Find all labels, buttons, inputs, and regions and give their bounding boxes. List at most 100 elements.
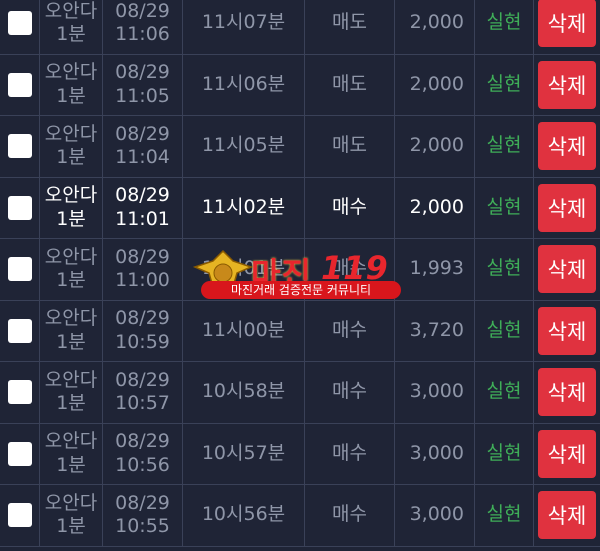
product-name: 오안다	[44, 368, 98, 391]
row-checkbox[interactable]	[7, 257, 32, 282]
product-name: 오안다	[44, 245, 98, 268]
product-interval: 1분	[56, 207, 86, 230]
status-cell: 실현	[475, 300, 534, 361]
row-checkbox[interactable]	[7, 503, 32, 528]
time-cell: 08/29 10:56	[103, 423, 183, 484]
table-row: 오안다 1분 08/29 11:04 11시05분 매도 2,000 실현 삭제	[0, 116, 600, 178]
row-checkbox[interactable]	[7, 318, 32, 343]
product-interval: 1분	[56, 515, 86, 538]
amount-cell: 3,720	[395, 300, 475, 361]
checkbox-cell	[0, 0, 40, 54]
trade-history-table: 오안다 1분 08/29 11:06 11시07분 매도 2,000 실현 삭제…	[0, 0, 600, 547]
checkbox-cell	[0, 116, 40, 177]
checkbox-cell	[0, 239, 40, 300]
status-cell: 실현	[475, 177, 534, 238]
trade-date: 08/29	[115, 368, 170, 391]
round-cell: 11시06분	[183, 54, 305, 115]
status-cell: 실현	[475, 54, 534, 115]
status-cell: 실현	[475, 485, 534, 546]
status-cell: 실현	[475, 362, 534, 423]
amount-cell: 1,993	[395, 239, 475, 300]
row-checkbox[interactable]	[7, 11, 32, 36]
trade-time: 11:00	[115, 269, 170, 292]
time-cell: 08/29 10:57	[103, 362, 183, 423]
round-cell: 10시58분	[183, 362, 305, 423]
time-cell: 08/29 11:00	[103, 239, 183, 300]
delete-button[interactable]: 삭제	[538, 245, 596, 294]
time-cell: 08/29 11:06	[103, 0, 183, 54]
product-cell: 오안다 1분	[40, 423, 103, 484]
row-checkbox[interactable]	[7, 195, 32, 220]
round-cell: 10시56분	[183, 485, 305, 546]
product-name: 오안다	[44, 122, 98, 145]
round-cell: 11시00분	[183, 300, 305, 361]
delete-button[interactable]: 삭제	[538, 0, 596, 48]
checkbox-cell	[0, 54, 40, 115]
checkbox-cell	[0, 177, 40, 238]
delete-button[interactable]: 삭제	[538, 122, 596, 171]
delete-button[interactable]: 삭제	[538, 491, 596, 540]
product-cell: 오안다 1분	[40, 116, 103, 177]
product-interval: 1분	[56, 269, 86, 292]
trade-time: 10:57	[115, 392, 170, 415]
table-row: 오안다 1분 08/29 10:57 10시58분 매수 3,000 실현 삭제	[0, 362, 600, 424]
product-cell: 오안다 1분	[40, 0, 103, 54]
status-cell: 실현	[475, 423, 534, 484]
trade-time: 10:59	[115, 330, 170, 353]
time-cell: 08/29 11:04	[103, 116, 183, 177]
round-cell: 11시02분	[183, 177, 305, 238]
trade-time: 10:55	[115, 515, 170, 538]
table-row: 오안다 1분 08/29 10:59 11시00분 매수 3,720 실현 삭제	[0, 300, 600, 362]
time-cell: 08/29 10:55	[103, 485, 183, 546]
side-cell: 매수	[305, 362, 395, 423]
trade-date: 08/29	[115, 307, 170, 329]
table-row: 오안다 1분 08/29 10:55 10시56분 매수 3,000 실현 삭제	[0, 485, 600, 547]
amount-cell: 3,000	[395, 362, 475, 423]
trade-time: 11:01	[115, 207, 170, 230]
trade-date: 08/29	[115, 184, 170, 206]
amount-cell: 2,000	[395, 54, 475, 115]
delete-button[interactable]: 삭제	[538, 368, 596, 417]
product-name: 오안다	[44, 307, 98, 329]
status-cell: 실현	[475, 116, 534, 177]
delete-button[interactable]: 삭제	[538, 183, 596, 232]
trade-date: 08/29	[115, 430, 170, 452]
action-cell: 삭제	[534, 239, 600, 300]
row-checkbox[interactable]	[7, 134, 32, 159]
trade-time: 11:04	[115, 146, 170, 169]
side-cell: 매수	[305, 485, 395, 546]
action-cell: 삭제	[534, 0, 600, 54]
row-checkbox[interactable]	[7, 441, 32, 466]
checkbox-cell	[0, 423, 40, 484]
side-cell: 매수	[305, 423, 395, 484]
product-name: 오안다	[44, 491, 98, 514]
delete-button[interactable]: 삭제	[538, 429, 596, 478]
checkbox-cell	[0, 300, 40, 361]
status-cell: 실현	[475, 239, 534, 300]
side-cell: 매수	[305, 177, 395, 238]
product-cell: 오안다 1분	[40, 300, 103, 361]
product-cell: 오안다 1분	[40, 54, 103, 115]
round-cell: 10시57분	[183, 423, 305, 484]
product-interval: 1분	[56, 392, 86, 415]
delete-button[interactable]: 삭제	[538, 60, 596, 109]
side-cell: 매도	[305, 0, 395, 54]
product-cell: 오안다 1분	[40, 485, 103, 546]
product-interval: 1분	[56, 330, 86, 353]
delete-button[interactable]: 삭제	[538, 306, 596, 355]
time-cell: 08/29 10:59	[103, 300, 183, 361]
action-cell: 삭제	[534, 424, 600, 485]
amount-cell: 2,000	[395, 116, 475, 177]
round-cell: 11시01분	[183, 239, 305, 300]
row-checkbox[interactable]	[7, 380, 32, 405]
product-name: 오안다	[44, 184, 98, 206]
action-cell: 삭제	[534, 485, 600, 546]
product-interval: 1분	[56, 146, 86, 169]
action-cell: 삭제	[534, 362, 600, 423]
table-row: 오안다 1분 08/29 10:56 10시57분 매수 3,000 실현 삭제	[0, 423, 600, 485]
status-cell: 실현	[475, 0, 534, 54]
side-cell: 매도	[305, 54, 395, 115]
time-cell: 08/29 11:05	[103, 54, 183, 115]
product-interval: 1분	[56, 453, 86, 476]
row-checkbox[interactable]	[7, 72, 32, 97]
